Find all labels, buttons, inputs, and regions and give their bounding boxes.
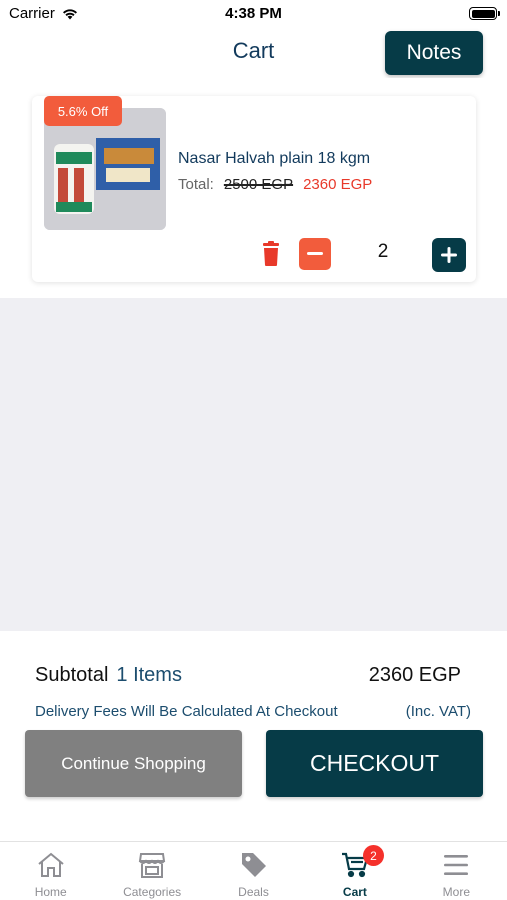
price-row: Total: 2500 EGP 2360 EGP [178,176,372,193]
trash-icon [263,241,279,266]
discount-badge: 5.6% Off [44,96,122,126]
nav-header: Cart Notes [0,28,507,78]
tab-bar: Home Categories Deals 2 Cart More [0,841,507,900]
discounted-price: 2360 EGP [303,176,373,193]
subtotal-row: Subtotal 1 Items 2360 EGP [35,664,461,687]
cart-content[interactable]: 5.6% Off Nasar Halvah plain 18 kgm Total… [0,78,507,631]
increase-quantity-button[interactable] [432,238,466,272]
continue-shopping-button[interactable]: Continue Shopping [25,730,242,797]
cart-count-badge: 2 [362,845,384,866]
product-image [44,108,166,230]
product-photo [44,108,166,230]
product-name[interactable]: Nasar Halvah plain 18 kgm [178,150,370,168]
delivery-fees-note: Delivery Fees Will Be Calculated At Chec… [35,703,338,720]
total-label: Total: [178,176,214,193]
delete-item-button[interactable] [260,241,282,267]
tab-label-cart: Cart [342,885,367,899]
original-price: 2500 EGP [223,176,294,193]
items-count: 1 Items [116,664,182,686]
tab-deals[interactable]: Deals [203,842,304,900]
subtotal-amount: 2360 EGP [368,664,461,686]
tab-label-categories: Categories [123,885,182,899]
store-icon [138,853,166,878]
status-time: 4:38 PM [225,5,282,22]
subtotal-label: Subtotal [35,664,109,686]
notes-button[interactable]: Notes [385,31,483,75]
battery-icon [469,7,500,20]
tab-cart[interactable]: 2 Cart [304,842,405,900]
tab-label-more: More [442,885,470,899]
tab-more[interactable]: More [406,842,507,900]
cart-list: 5.6% Off Nasar Halvah plain 18 kgm Total… [0,78,507,298]
menu-icon [444,855,469,875]
quantity-value: 2 [377,241,389,262]
minus-icon [307,252,323,255]
tab-categories[interactable]: Categories [101,842,202,900]
checkout-button[interactable]: CHECKOUT [266,730,483,797]
tab-home[interactable]: Home [0,842,101,900]
tab-label-deals: Deals [238,885,269,899]
vat-note: (Inc. VAT) [405,703,471,720]
home-icon [38,852,64,877]
tag-icon [241,853,266,877]
tab-label-home: Home [34,885,67,899]
order-summary: Subtotal 1 Items 2360 EGP Delivery Fees … [0,631,507,841]
plus-icon [441,247,457,263]
delivery-note-row: Delivery Fees Will Be Calculated At Chec… [35,703,471,720]
cart-item-card: 5.6% Off Nasar Halvah plain 18 kgm Total… [32,96,476,282]
decrease-quantity-button[interactable] [299,238,331,270]
status-bar: Carrier 4:38 PM [0,0,507,28]
